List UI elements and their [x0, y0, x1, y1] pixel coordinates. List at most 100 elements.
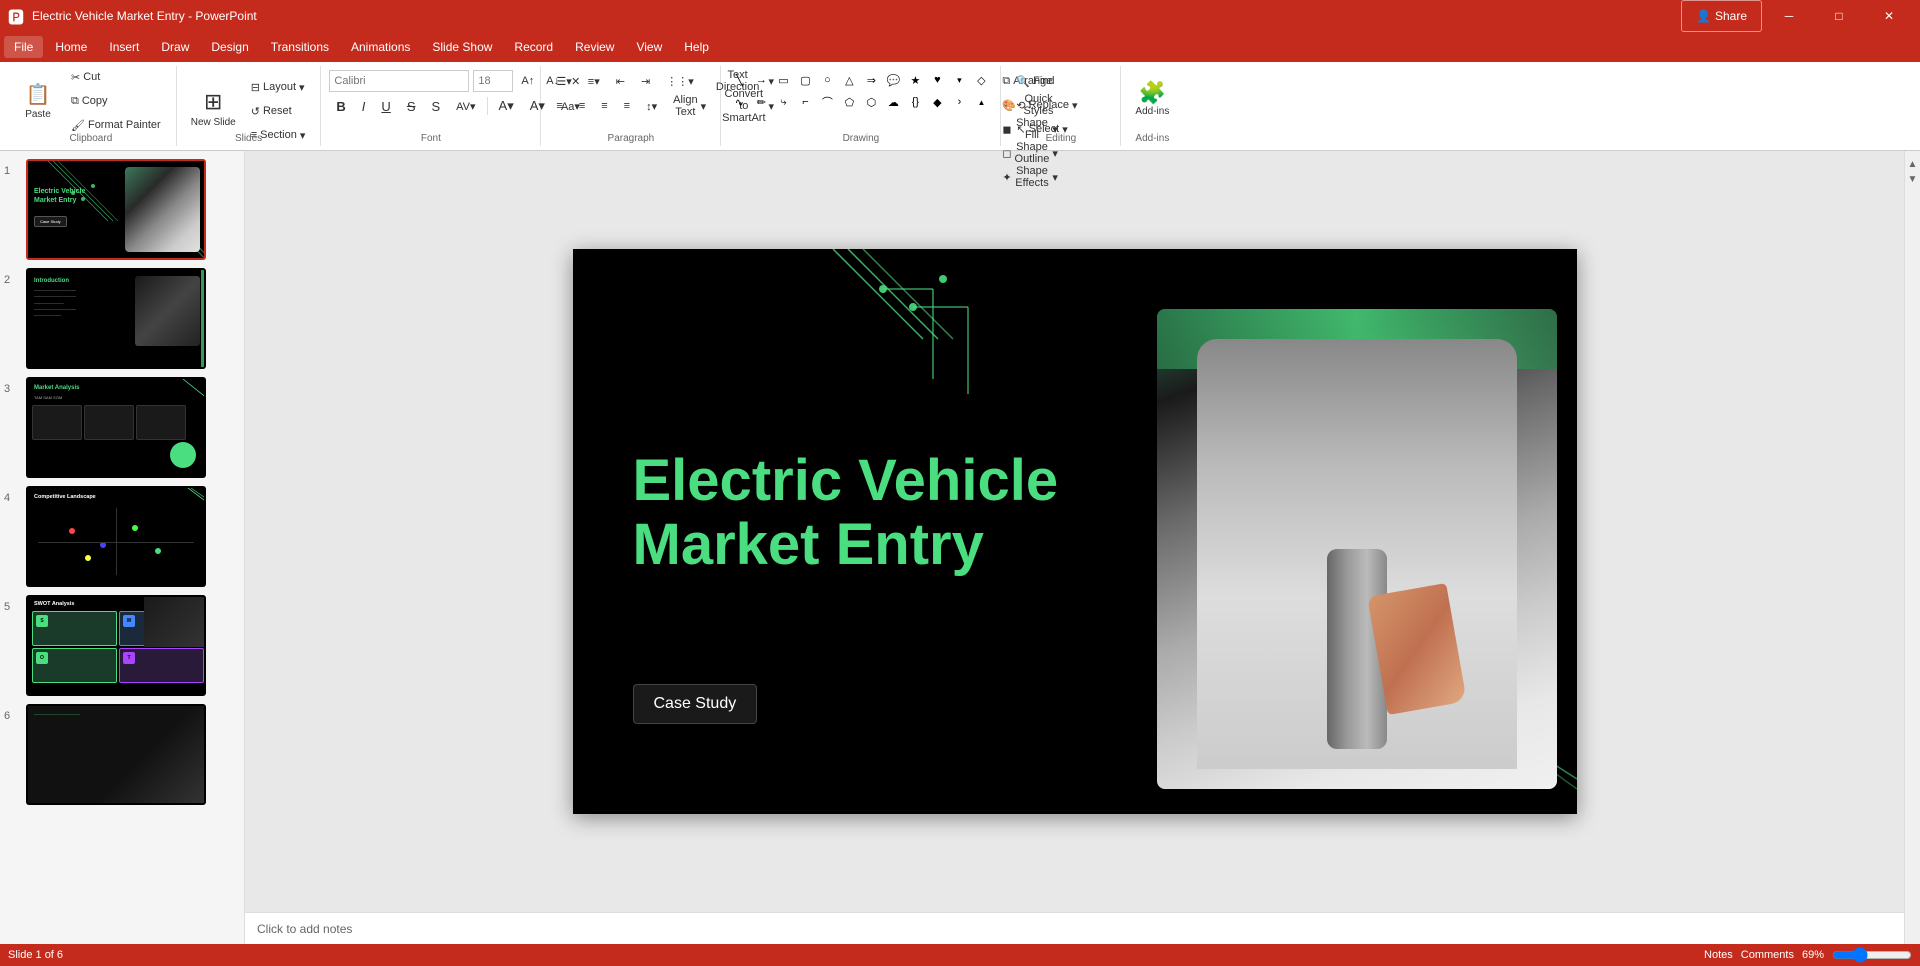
bold-button[interactable]: B: [329, 95, 352, 117]
layout-button[interactable]: ⊟ Layout ▾: [244, 76, 313, 98]
slide-thumb-4[interactable]: 4 Competitive Landscape: [4, 486, 240, 587]
numbering-button[interactable]: ≡▾: [581, 70, 607, 92]
slide-preview-1[interactable]: Electric VehicleMarket Entry Case Study: [26, 159, 206, 260]
more-shapes-btn[interactable]: ▾: [949, 70, 969, 90]
case-study-badge[interactable]: Case Study: [633, 684, 758, 724]
notes-placeholder[interactable]: Click to add notes: [257, 922, 352, 936]
diamond-shape-btn[interactable]: ◆: [927, 92, 947, 112]
slide-subtitle-area[interactable]: Case Study: [633, 684, 758, 724]
strikethrough-button[interactable]: S: [400, 95, 423, 117]
canvas-wrapper[interactable]: Electric Vehicle Market Entry Case Study: [245, 151, 1904, 912]
paste-button[interactable]: 📋 Paste: [14, 73, 62, 129]
minimize-button[interactable]: ─: [1766, 0, 1812, 32]
font-color-button[interactable]: A▾: [492, 95, 521, 117]
reset-icon: ↺: [251, 105, 260, 118]
pentagon-shape-btn[interactable]: ⬠: [839, 92, 859, 112]
flowchart-shape-btn[interactable]: ◇: [971, 70, 991, 90]
rect-shape-btn[interactable]: ▭: [773, 70, 793, 90]
notes-toggle-button[interactable]: Notes: [1704, 949, 1733, 961]
slide1-title: Electric VehicleMarket Entry: [34, 187, 85, 205]
callout-shape-btn[interactable]: 💬: [883, 70, 903, 90]
align-center-button[interactable]: ≡: [572, 95, 592, 117]
menu-help[interactable]: Help: [674, 36, 719, 58]
line-shape-btn[interactable]: ╲: [729, 70, 749, 90]
rounded-rect-shape-btn[interactable]: ▢: [795, 70, 815, 90]
char-spacing-button[interactable]: AV▾: [449, 95, 482, 117]
slide-thumb-5[interactable]: 5 SWOT Analysis S W O: [4, 595, 240, 696]
cut-button[interactable]: ✂ Cut: [64, 66, 168, 88]
font-size-input[interactable]: [473, 70, 513, 92]
triangle-shape-btn[interactable]: △: [839, 70, 859, 90]
underline-button[interactable]: U: [374, 95, 397, 117]
italic-button[interactable]: I: [355, 95, 373, 117]
menu-insert[interactable]: Insert: [99, 36, 149, 58]
slide-preview-4[interactable]: Competitive Landscape: [26, 486, 206, 587]
menu-transitions[interactable]: Transitions: [261, 36, 339, 58]
menu-file[interactable]: File: [4, 36, 43, 58]
slide-preview-2[interactable]: Introduction ───────────────────────────…: [26, 268, 206, 369]
shadow-button[interactable]: S: [424, 95, 447, 117]
right-panel-icon1[interactable]: ▲: [1908, 159, 1918, 170]
slide-thumb-2[interactable]: 2 Introduction ─────────────────────────…: [4, 268, 240, 369]
brace-shape-btn[interactable]: {}: [905, 92, 925, 112]
slide-thumb-3[interactable]: 3 Market Analysis TAM SAM SOM: [4, 377, 240, 478]
status-right: Notes Comments 69%: [1704, 947, 1912, 963]
hexagon-shape-btn[interactable]: ⬡: [861, 92, 881, 112]
shape-scroll-up-btn[interactable]: ▲: [971, 92, 991, 112]
font-name-input[interactable]: [329, 70, 469, 92]
menu-slideshow[interactable]: Slide Show: [422, 36, 502, 58]
menu-home[interactable]: Home: [45, 36, 97, 58]
chevron-shape-btn[interactable]: ›: [949, 92, 969, 112]
oval-shape-btn[interactable]: ○: [817, 70, 837, 90]
replace-button[interactable]: ⟲ Replace▾: [1009, 94, 1084, 116]
maximize-button[interactable]: □: [1816, 0, 1862, 32]
menu-record[interactable]: Record: [504, 36, 563, 58]
find-button[interactable]: 🔍 Find: [1009, 70, 1084, 92]
justify-button[interactable]: ≡: [617, 95, 637, 117]
align-right-button[interactable]: ≡: [594, 95, 614, 117]
arc-shape-btn[interactable]: ⌒: [817, 92, 837, 112]
notes-bar[interactable]: Click to add notes: [245, 912, 1904, 944]
zoom-slider[interactable]: [1832, 947, 1912, 963]
slide-preview-3[interactable]: Market Analysis TAM SAM SOM: [26, 377, 206, 478]
slide-thumb-1[interactable]: 1 Electric VehicleMarket Entry: [4, 159, 240, 260]
reset-button[interactable]: ↺ Reset: [244, 100, 313, 122]
connector-shape-btn[interactable]: ⤷: [773, 92, 793, 112]
slide-canvas[interactable]: Electric Vehicle Market Entry Case Study: [573, 249, 1577, 814]
slide-panel[interactable]: 1 Electric VehicleMarket Entry: [0, 151, 245, 944]
align-text-button[interactable]: Align Text▾: [666, 95, 713, 117]
line-spacing-button[interactable]: ↕▾: [639, 95, 664, 117]
copy-button[interactable]: ⧉ Copy: [64, 90, 168, 112]
freeform-shape-btn[interactable]: ✏: [751, 92, 771, 112]
elbow-shape-btn[interactable]: ⌐: [795, 92, 815, 112]
heart-shape-btn[interactable]: ♥: [927, 70, 947, 90]
arrow-shape-btn[interactable]: →: [751, 70, 771, 90]
slide-preview-5[interactable]: SWOT Analysis S W O T: [26, 595, 206, 696]
share-button[interactable]: 👤 Share: [1681, 0, 1762, 32]
new-slide-button[interactable]: ⊞ New Slide: [185, 80, 242, 136]
menu-draw[interactable]: Draw: [151, 36, 199, 58]
right-panel-icon2[interactable]: ▼: [1908, 174, 1918, 185]
decrease-indent-button[interactable]: ⇤: [609, 70, 632, 92]
curve-shape-btn[interactable]: ∿: [729, 92, 749, 112]
addins-button[interactable]: 🧩 Add-ins: [1129, 70, 1175, 126]
menu-design[interactable]: Design: [201, 36, 258, 58]
star-shape-btn[interactable]: ★: [905, 70, 925, 90]
slide-preview-6[interactable]: ─────────────: [26, 704, 206, 805]
align-left-button[interactable]: ≡: [549, 95, 569, 117]
slide-thumb-6[interactable]: 6 ─────────────: [4, 704, 240, 805]
slide-main-title[interactable]: Electric Vehicle Market Entry: [633, 449, 1059, 577]
menu-view[interactable]: View: [626, 36, 672, 58]
shape-effects-button[interactable]: ✦ Shape Effects▾: [995, 166, 1065, 188]
columns-button[interactable]: ⋮⋮▾: [659, 70, 701, 92]
slide5-title: SWOT Analysis: [34, 601, 74, 607]
font-size-increase-button[interactable]: A↑: [517, 70, 538, 92]
menu-animations[interactable]: Animations: [341, 36, 420, 58]
right-arrow-shape-btn[interactable]: ⇒: [861, 70, 881, 90]
cloud-shape-btn[interactable]: ☁: [883, 92, 903, 112]
comments-toggle-button[interactable]: Comments: [1741, 949, 1794, 961]
bullets-button[interactable]: ☰▾: [549, 70, 578, 92]
close-button[interactable]: ✕: [1866, 0, 1912, 32]
increase-indent-button[interactable]: ⇥: [634, 70, 657, 92]
menu-review[interactable]: Review: [565, 36, 624, 58]
